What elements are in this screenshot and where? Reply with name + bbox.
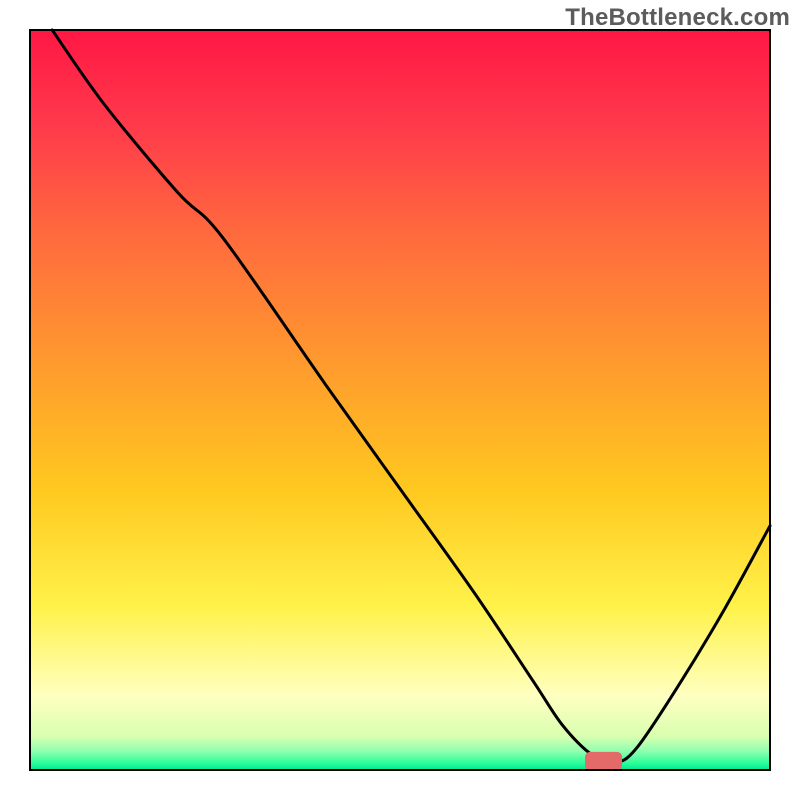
- plot-background: [30, 30, 770, 770]
- watermark-text: TheBottleneck.com: [565, 4, 790, 32]
- optimal-range-marker: [585, 752, 622, 771]
- chart-frame: TheBottleneck.com: [0, 0, 800, 800]
- bottleneck-chart: [0, 0, 800, 800]
